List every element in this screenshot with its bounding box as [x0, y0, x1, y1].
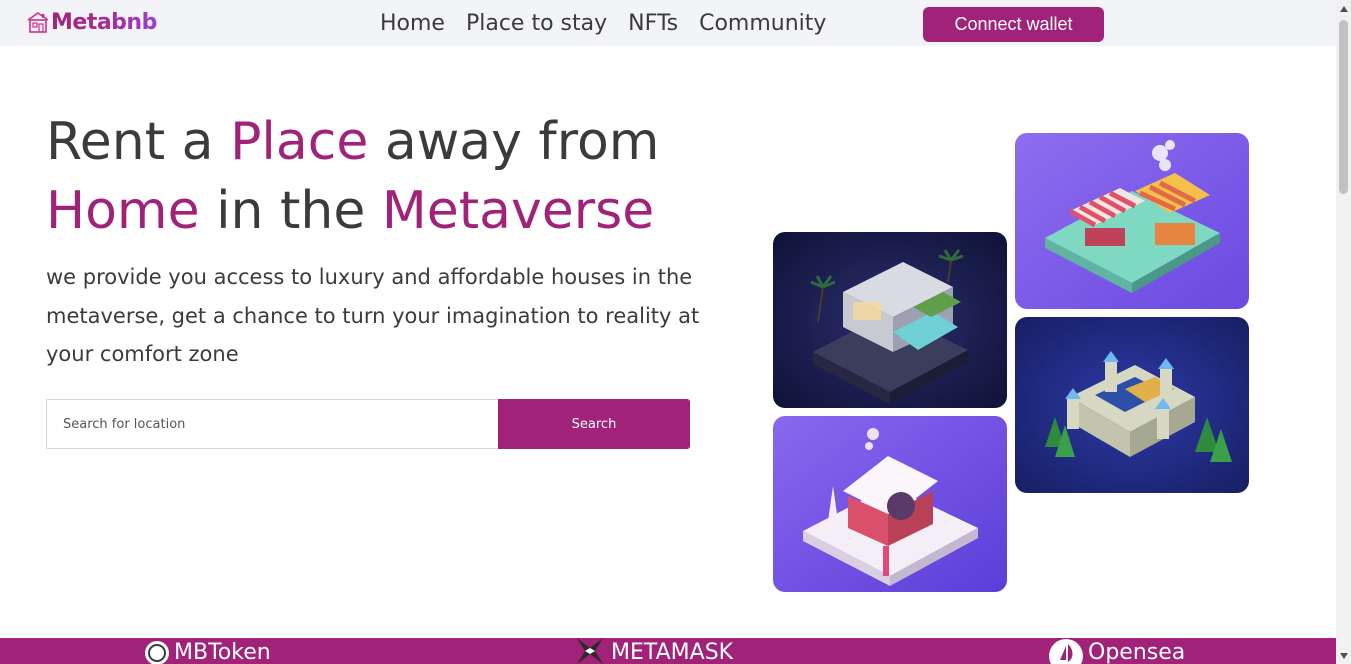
mbtoken-logo-icon	[145, 641, 169, 664]
opensea-logo-icon	[1049, 639, 1083, 664]
headline-accent-metaverse: Metaverse	[381, 181, 655, 241]
partner-label: MBToken	[174, 640, 271, 664]
cottage-tile	[773, 416, 1007, 592]
partner-label: Opensea	[1088, 640, 1186, 664]
market-stall-illustration-icon	[1015, 133, 1249, 309]
search-button[interactable]: Search	[498, 399, 690, 449]
market-tile	[1015, 133, 1249, 309]
nav-community[interactable]: Community	[699, 11, 826, 36]
top-navbar: Metabnb Home Place to stay NFTs Communit…	[0, 0, 1336, 46]
headline-part: Rent a	[46, 112, 231, 172]
scroll-down-arrow-icon[interactable]	[1336, 647, 1351, 664]
logo[interactable]: Metabnb	[26, 8, 157, 36]
headline-part: away from	[368, 112, 660, 172]
headline-part: in the	[199, 181, 382, 241]
partner-metamask[interactable]: METAMASK	[573, 638, 733, 664]
nav-nfts[interactable]: NFTs	[628, 11, 678, 36]
headline-accent-home: Home	[46, 181, 200, 241]
castle-tile	[1015, 317, 1249, 493]
hero-headline: Rent a Place away from Home in the Metav…	[46, 108, 736, 246]
metamask-logo-icon	[577, 638, 603, 664]
partner-mbtoken[interactable]: MBToken	[144, 640, 271, 664]
partner-label: METAMASK	[611, 640, 734, 664]
page-scrollbar[interactable]	[1336, 0, 1351, 664]
villa-illustration-icon	[773, 232, 1007, 408]
logo-text: Metabnb	[51, 9, 157, 35]
nav-place-to-stay[interactable]: Place to stay	[466, 11, 607, 36]
partner-opensea[interactable]: Opensea	[1048, 638, 1185, 664]
main-nav: Home Place to stay NFTs Community	[380, 8, 847, 38]
scroll-thumb[interactable]	[1339, 20, 1348, 194]
scroll-up-arrow-icon[interactable]	[1336, 0, 1351, 17]
search-bar: Search	[46, 399, 690, 449]
villa-tile	[773, 232, 1007, 408]
search-location-input[interactable]	[46, 399, 498, 449]
page: Metabnb Home Place to stay NFTs Communit…	[0, 0, 1351, 664]
partners-band: MBToken METAMASK Opensea	[0, 638, 1336, 664]
snow-cottage-illustration-icon	[773, 416, 1007, 592]
castle-illustration-icon	[1015, 317, 1249, 493]
nav-home[interactable]: Home	[380, 11, 445, 36]
hero-description: we provide you access to luxury and affo…	[46, 265, 700, 366]
house-logo-icon	[27, 12, 49, 33]
headline-accent-place: Place	[230, 112, 369, 172]
connect-wallet-button[interactable]: Connect wallet	[923, 7, 1104, 42]
